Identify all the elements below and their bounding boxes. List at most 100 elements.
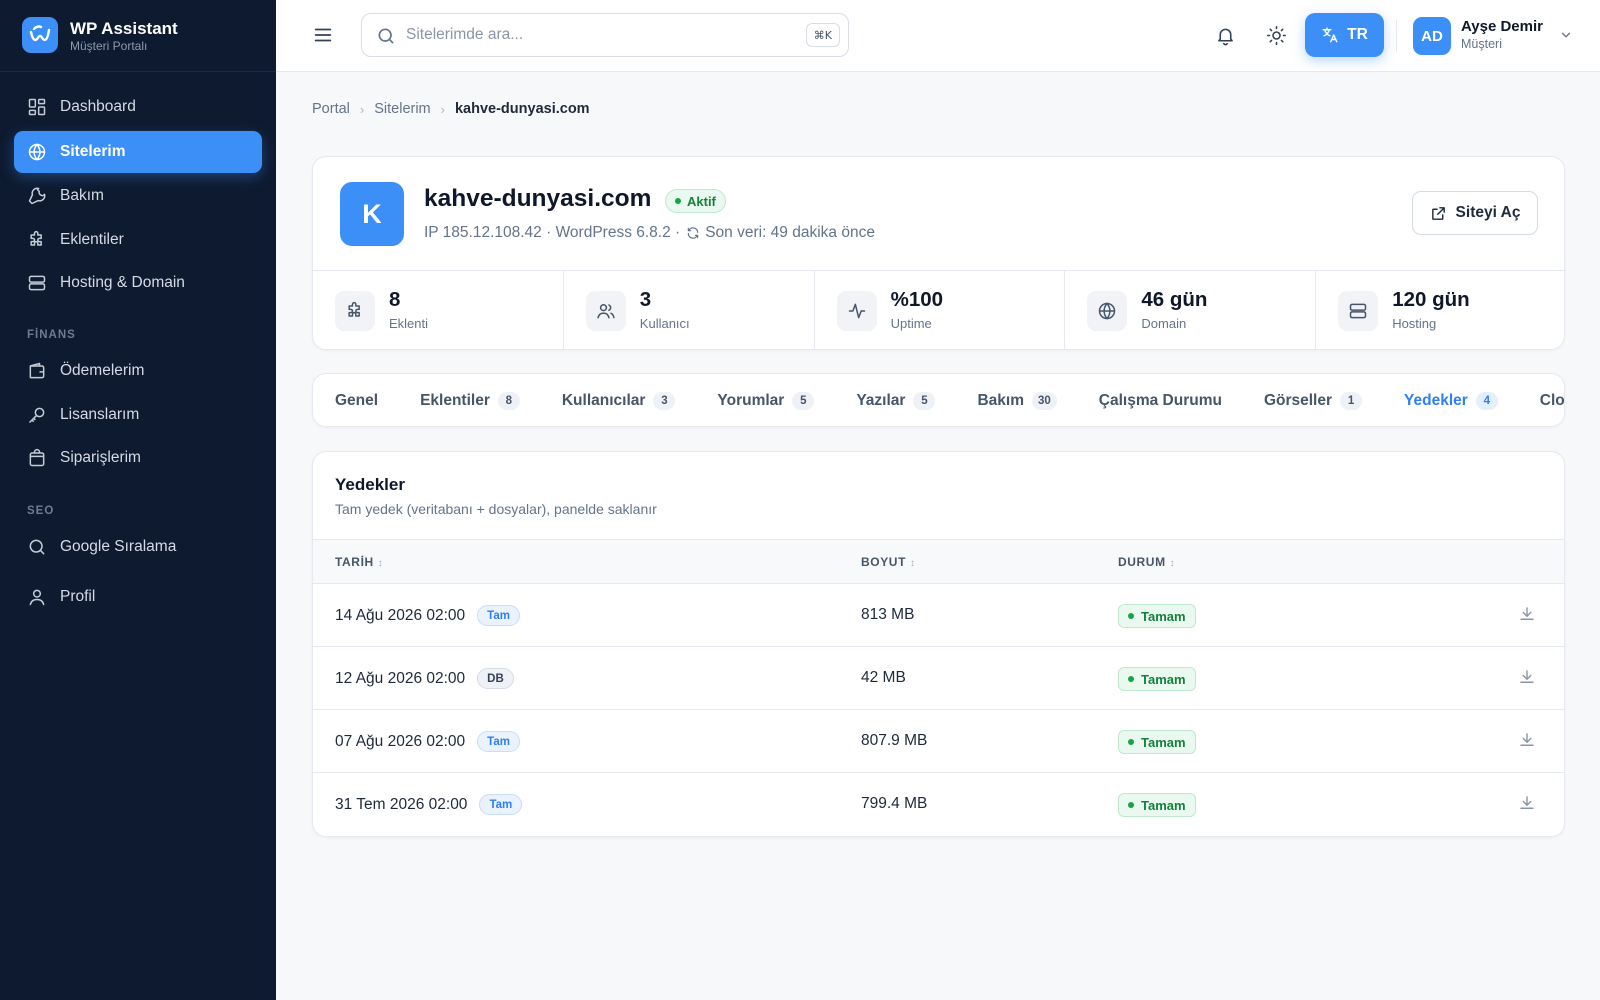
backup-size: 807.9 MB xyxy=(861,732,928,749)
stat-value: 3 xyxy=(639,288,652,311)
tab-label: Yorumlar xyxy=(717,392,785,409)
sidebar-item-label: Siparişlerim xyxy=(60,449,141,466)
language-button[interactable]: TR xyxy=(1305,13,1384,57)
tab-label: Eklentiler xyxy=(420,392,490,409)
backup-date-text: 07 Ağu 2026 02:00 xyxy=(335,732,466,750)
avatar[interactable]: AD xyxy=(1413,17,1451,55)
search-input[interactable] xyxy=(406,22,786,48)
backup-size: 813 MB xyxy=(861,606,915,623)
header-divider xyxy=(1396,20,1397,52)
tab-kullanicilar[interactable]: Kullanıcılar 3 xyxy=(540,374,696,426)
backups-title: Yedekler xyxy=(335,475,405,494)
stat-label: Uptime xyxy=(890,316,932,331)
download-button[interactable] xyxy=(1518,668,1538,688)
bell-icon xyxy=(1217,28,1233,45)
stat-label: Eklenti xyxy=(389,316,429,331)
tab-count: 3 xyxy=(653,392,676,410)
tab-list: Genel Eklentiler 8 Kullanıcılar 3 Yorumlar… xyxy=(313,374,1564,426)
breadcrumb-sitelerim[interactable]: Sitelerim xyxy=(374,101,430,117)
stat-uptime: %100 Uptime xyxy=(815,271,1066,350)
sort-icon: ↕ xyxy=(910,558,916,569)
brand: WP Assistant Müşteri Portalı xyxy=(0,0,276,72)
shopping-bag-icon xyxy=(29,448,45,467)
backup-date: 07 Ağu 2026 02:00 Tam xyxy=(335,731,520,752)
status-badge: Tamam xyxy=(1118,793,1196,817)
meta-separator: · xyxy=(541,224,556,241)
stats-row: 8 Eklenti 3 Kullanıcı %100 Uptime 46 gün… xyxy=(313,270,1566,350)
tab-yazilar[interactable]: Yazılar 5 xyxy=(834,374,955,426)
column-label: TARİH xyxy=(335,555,374,569)
sidebar-item-sitelerim[interactable]: Sitelerim xyxy=(14,131,262,173)
status-label: Aktif xyxy=(687,193,716,209)
table-row: 12 Ağu 2026 02:00 DB 42 MB Tamam xyxy=(313,647,1564,710)
status-badge: Tamam xyxy=(1118,667,1196,691)
menu-toggle-button[interactable] xyxy=(312,24,334,46)
sidebar-item-profil[interactable]: Profil xyxy=(14,576,262,618)
sidebar-item-eklentiler[interactable]: Eklentiler xyxy=(14,219,262,261)
breadcrumb-portal[interactable]: Portal xyxy=(312,101,350,117)
status-badge: Tamam xyxy=(1118,730,1196,754)
tab-label: Bakım xyxy=(977,392,1024,409)
stat-label: Hosting xyxy=(1392,316,1437,331)
download-button[interactable] xyxy=(1518,605,1538,625)
translate-icon xyxy=(1322,27,1338,43)
tab-cloudflare[interactable]: Cloudflare xyxy=(1518,374,1564,426)
column-header-size[interactable]: BOYUT ↕ xyxy=(861,555,916,569)
tab-count: 4 xyxy=(1475,392,1498,410)
search-box[interactable]: ⌘K xyxy=(361,13,849,57)
theme-toggle-button[interactable] xyxy=(1262,21,1290,49)
refresh-icon xyxy=(687,227,699,239)
meta-separator: · xyxy=(670,224,681,241)
tab-yorumlar[interactable]: Yorumlar 5 xyxy=(695,374,834,426)
user-name[interactable]: Ayşe Demir xyxy=(1461,18,1543,35)
tab-genel[interactable]: Genel xyxy=(313,374,398,426)
tab-label: Kullanıcılar xyxy=(561,392,646,409)
user-menu-chevron[interactable] xyxy=(1559,28,1573,42)
sidebar-item-hosting-domain[interactable]: Hosting & Domain xyxy=(14,262,262,304)
sidebar-item-label: Google Sıralama xyxy=(60,538,177,555)
backup-date: 14 Ağu 2026 02:00 Tam xyxy=(335,605,520,626)
sidebar-item-label: Profil xyxy=(60,588,96,605)
user-icon xyxy=(29,589,45,606)
column-label: DURUM xyxy=(1118,555,1166,569)
sidebar-item-google-siralama[interactable]: Google Sıralama xyxy=(14,526,262,568)
backup-type-badge: Tam xyxy=(479,794,523,815)
sidebar-item-bakim[interactable]: Bakım xyxy=(14,175,262,217)
menu-icon xyxy=(314,28,332,42)
sidebar-item-siparislerim[interactable]: Siparişlerim xyxy=(14,437,262,479)
sidebar-item-label: Sitelerim xyxy=(60,143,126,160)
stat-value: 46 gün xyxy=(1141,288,1208,311)
sidebar-item-label: Ödemelerim xyxy=(60,362,145,379)
stat-value: %100 xyxy=(890,288,944,311)
download-button[interactable] xyxy=(1518,731,1538,751)
backup-date-text: 12 Ağu 2026 02:00 xyxy=(335,669,466,687)
sidebar-item-dashboard[interactable]: Dashboard xyxy=(14,86,262,128)
download-button[interactable] xyxy=(1518,794,1538,814)
download-icon xyxy=(1520,607,1534,620)
section-title-seo: SEO xyxy=(27,505,55,517)
tab-label: Görseller xyxy=(1263,392,1333,409)
backup-date-text: 31 Tem 2026 02:00 xyxy=(335,795,468,813)
sidebar-item-lisanslarim[interactable]: Lisanslarım xyxy=(14,394,262,436)
tab-yedekler[interactable]: Yedekler 4 xyxy=(1382,374,1518,426)
brand-name: WP Assistant xyxy=(70,19,178,38)
status-label: Tamam xyxy=(1141,608,1186,624)
sidebar: WP Assistant Müşteri Portalı Dashboard S… xyxy=(0,0,276,1000)
sidebar-item-label: Bakım xyxy=(60,187,104,204)
tab-gorseller[interactable]: Görseller 1 xyxy=(1242,374,1382,426)
tab-calisma-durumu[interactable]: Çalışma Durumu xyxy=(1077,374,1242,426)
section-title-finans: FİNANS xyxy=(27,329,76,341)
tab-bakim[interactable]: Bakım 30 xyxy=(955,374,1076,426)
site-meta: IP 185.12.108.42 · WordPress 6.8.2 · Son… xyxy=(424,224,875,242)
open-site-button[interactable]: Siteyi Aç xyxy=(1412,191,1538,235)
sidebar-item-label: Hosting & Domain xyxy=(60,274,185,291)
column-header-date[interactable]: TARİH ↕ xyxy=(335,555,383,569)
column-header-status[interactable]: DURUM ↕ xyxy=(1118,555,1175,569)
backup-size: 42 MB xyxy=(861,669,906,686)
backup-date: 31 Tem 2026 02:00 Tam xyxy=(335,794,523,815)
tab-eklentiler[interactable]: Eklentiler 8 xyxy=(398,374,540,426)
notifications-button[interactable] xyxy=(1211,21,1239,49)
globe-icon xyxy=(1087,291,1128,331)
brand-subtitle: Müşteri Portalı xyxy=(70,39,148,53)
sidebar-item-odemelerim[interactable]: Ödemelerim xyxy=(14,350,262,392)
